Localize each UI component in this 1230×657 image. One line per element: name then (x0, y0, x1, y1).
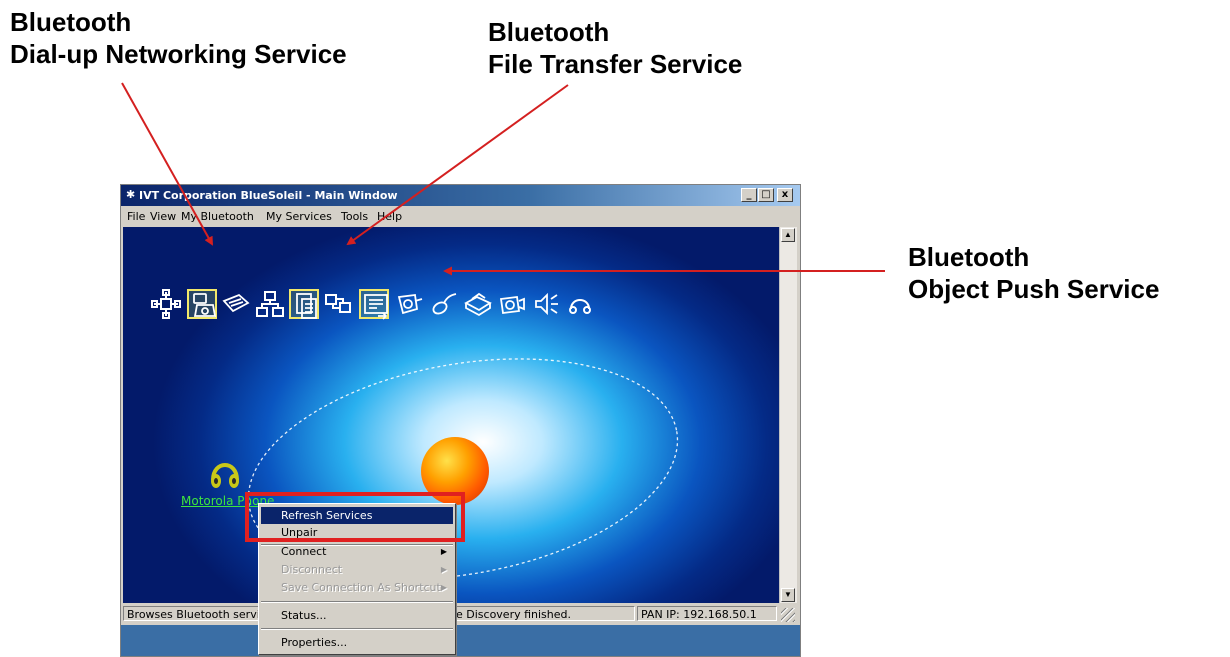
submenu-arrow-icon: ▶ (440, 547, 447, 556)
bluesoleil-main-window: ✱ IVT Corporation BlueSoleil - Main Wind… (120, 184, 801, 657)
hid-icon[interactable] (429, 289, 459, 319)
restore-button[interactable]: □ (758, 188, 774, 202)
personal-area-network-icon[interactable] (151, 289, 181, 319)
submenu-arrow-icon: ▶ (440, 583, 447, 592)
printer-icon[interactable] (463, 289, 493, 319)
menu-bar: File View My Bluetooth My Services Tools… (121, 206, 800, 226)
menu-my-bluetooth[interactable]: My Bluetooth (181, 210, 254, 223)
vertical-scrollbar[interactable]: ▲ ▼ (779, 227, 797, 603)
title-bar[interactable]: ✱ IVT Corporation BlueSoleil - Main Wind… (121, 185, 800, 206)
bluetooth-icon: ✱ (126, 188, 136, 201)
callout-dialup-networking: Bluetooth Dial-up Networking Service (10, 6, 347, 70)
menu-separator (261, 628, 453, 630)
menu-item-label: Disconnect (281, 563, 343, 576)
audio-gateway-icon[interactable] (531, 289, 561, 319)
menu-item-label: Save Connection As Shortcut (281, 581, 441, 594)
callout-ftp-line2: File Transfer Service (488, 49, 743, 79)
callout-opp-line2: Object Push Service (908, 274, 1160, 304)
scroll-down-arrow-icon[interactable]: ▼ (781, 588, 795, 602)
menu-help[interactable]: Help (377, 210, 402, 223)
callout-object-push: Bluetooth Object Push Service (908, 241, 1159, 305)
synchronization-icon[interactable] (323, 289, 353, 319)
resize-grip-icon[interactable] (781, 608, 795, 622)
menu-item-disconnect: Disconnect ▶ (261, 561, 453, 578)
dial-up-networking-icon[interactable] (187, 289, 217, 319)
object-push-icon[interactable] (359, 289, 389, 320)
close-button[interactable]: x (777, 188, 793, 202)
file-transfer-icon[interactable] (289, 289, 319, 319)
lan-access-icon[interactable] (255, 289, 285, 319)
menu-item-status[interactable]: Status... (261, 607, 453, 624)
basic-imaging-icon[interactable] (497, 289, 527, 319)
callout-opp-line1: Bluetooth (908, 242, 1030, 272)
menu-view[interactable]: View (150, 210, 176, 223)
menu-item-label: Connect (281, 545, 327, 558)
minimize-button[interactable]: _ (741, 188, 757, 202)
window-title: IVT Corporation BlueSoleil - Main Window (139, 189, 398, 202)
callout-file-transfer: Bluetooth File Transfer Service (488, 16, 742, 80)
menu-item-save-shortcut: Save Connection As Shortcut ▶ (261, 579, 453, 596)
menu-my-services[interactable]: My Services (266, 210, 332, 223)
scroll-up-arrow-icon[interactable]: ▲ (781, 228, 795, 242)
device-headset-icon[interactable] (205, 452, 245, 492)
menu-item-label: Status... (281, 609, 327, 622)
callout-dialup-line1: Bluetooth (10, 7, 132, 37)
menu-item-properties[interactable]: Properties... (261, 634, 453, 651)
status-pan-ip: PAN IP: 192.168.50.1 (637, 606, 777, 621)
callout-dialup-line2: Dial-up Networking Service (10, 39, 347, 69)
callout-ftp-line1: Bluetooth (488, 17, 610, 47)
menu-separator (261, 601, 453, 603)
status-bar: Browses Bluetooth servic e Discovery fin… (121, 603, 800, 625)
fax-icon[interactable] (221, 289, 251, 319)
submenu-arrow-icon: ▶ (440, 565, 447, 574)
serial-port-icon[interactable] (395, 289, 425, 319)
menu-item-label: Properties... (281, 636, 348, 649)
taskbar-strip (121, 625, 800, 656)
menu-item-connect[interactable]: Connect ▶ (261, 543, 453, 560)
headset-icon[interactable] (565, 289, 595, 319)
highlight-box (245, 492, 465, 542)
menu-tools[interactable]: Tools (341, 210, 368, 223)
menu-file[interactable]: File (127, 210, 145, 223)
